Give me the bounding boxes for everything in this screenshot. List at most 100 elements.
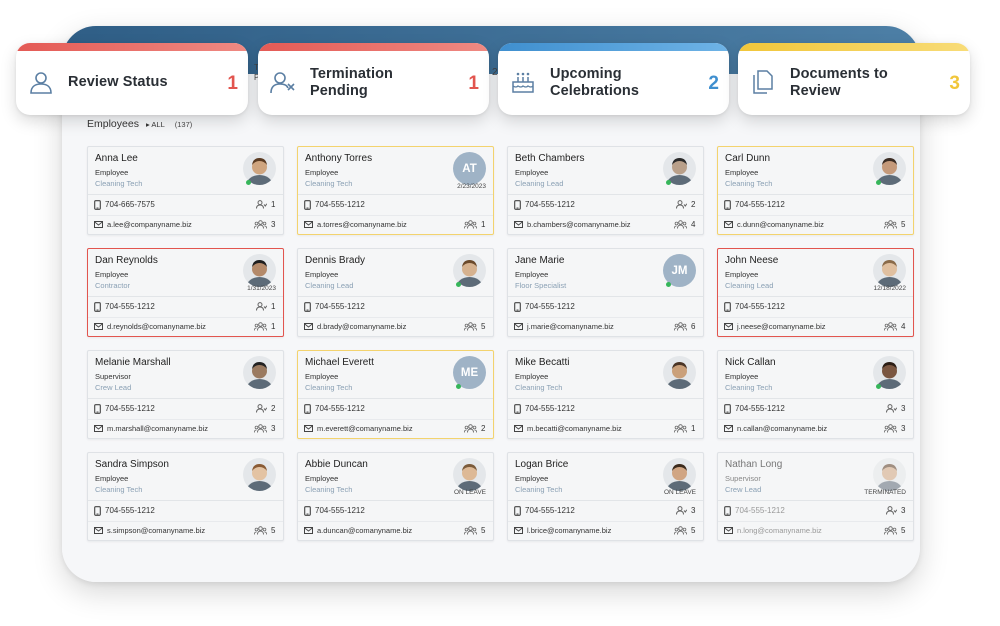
divider xyxy=(88,296,283,297)
employee-card[interactable]: Jane Marie Employee Floor Specialist JM … xyxy=(507,248,704,337)
divider xyxy=(508,500,703,501)
employee-name[interactable]: Anna Lee xyxy=(95,153,138,164)
employee-email[interactable]: n.callan@comanyname.biz xyxy=(737,424,827,433)
employee-name[interactable]: Carl Dunn xyxy=(725,153,770,164)
employee-email[interactable]: c.dunn@comanyname.biz xyxy=(737,220,824,229)
review-status-card[interactable]: Review Status 1 xyxy=(16,43,248,115)
employee-name[interactable]: Michael Everett xyxy=(305,357,374,368)
avatar xyxy=(663,458,696,491)
employee-name[interactable]: Logan Brice xyxy=(515,459,568,470)
employee-phone[interactable]: 704-555-1212 xyxy=(735,302,785,311)
employee-card[interactable]: Anthony Torres Employee Cleaning Tech AT… xyxy=(297,146,494,235)
employee-name[interactable]: Sandra Simpson xyxy=(95,459,169,470)
card-accent-bar xyxy=(16,43,248,51)
team-icon xyxy=(884,220,897,229)
divider xyxy=(88,521,283,522)
employee-role: Employee xyxy=(515,474,549,483)
employee-email[interactable]: n.long@comanyname.biz xyxy=(737,526,822,535)
employee-phone[interactable]: 704-665-7575 xyxy=(105,200,155,209)
divider xyxy=(508,194,703,195)
employee-card[interactable]: Melanie Marshall Supervisor Crew Lead 70… xyxy=(87,350,284,439)
phone-icon xyxy=(724,506,731,516)
direct-reports-icon xyxy=(256,200,267,209)
employee-name[interactable]: Beth Chambers xyxy=(515,153,584,164)
employee-card[interactable]: Sandra Simpson Employee Cleaning Tech 70… xyxy=(87,452,284,541)
online-indicator xyxy=(876,180,881,185)
employee-card[interactable]: Abbie Duncan Employee Cleaning Tech ON L… xyxy=(297,452,494,541)
employee-role: Employee xyxy=(305,372,339,381)
employee-card[interactable]: Dan Reynolds Employee Contractor 1/31/20… xyxy=(87,248,284,337)
divider xyxy=(718,215,913,216)
employee-name[interactable]: Melanie Marshall xyxy=(95,357,171,368)
employee-email[interactable]: a.lee@companyname.biz xyxy=(107,220,192,229)
avatar: AT xyxy=(453,152,486,185)
employee-name[interactable]: John Neese xyxy=(725,255,778,266)
employee-name[interactable]: Dennis Brady xyxy=(305,255,365,266)
employee-card[interactable]: Logan Brice Employee Cleaning Tech ON LE… xyxy=(507,452,704,541)
employee-email[interactable]: m.everett@comanyname.biz xyxy=(317,424,413,433)
employee-email[interactable]: s.simpson@comanyname.biz xyxy=(107,526,205,535)
employee-card[interactable]: Dennis Brady Employee Cleaning Lead 704-… xyxy=(297,248,494,337)
card-count: 2 xyxy=(708,73,719,94)
employee-name[interactable]: Mike Becatti xyxy=(515,357,569,368)
employee-phone[interactable]: 704-555-1212 xyxy=(315,302,365,311)
employee-phone[interactable]: 704-555-1212 xyxy=(525,404,575,413)
divider xyxy=(718,419,913,420)
employee-card[interactable]: Carl Dunn Employee Cleaning Tech 704-555… xyxy=(717,146,914,235)
employee-email[interactable]: l.brice@comanyname.biz xyxy=(527,526,611,535)
employee-name[interactable]: Jane Marie xyxy=(515,255,564,266)
employee-phone[interactable]: 704-555-1212 xyxy=(525,302,575,311)
employee-phone[interactable]: 704-555-1212 xyxy=(315,200,365,209)
direct-reports-count: 3 xyxy=(691,506,696,515)
employee-phone[interactable]: 704-555-1212 xyxy=(735,506,785,515)
divider xyxy=(508,317,703,318)
employee-phone[interactable]: 704-555-1212 xyxy=(525,200,575,209)
employee-email[interactable]: a.torres@comanyname.biz xyxy=(317,220,407,229)
employee-name[interactable]: Nick Callan xyxy=(725,357,776,368)
employee-email[interactable]: j.marie@comanyname.biz xyxy=(527,322,614,331)
mail-icon xyxy=(514,425,523,432)
documents-to-review-card[interactable]: Documents to Review 3 xyxy=(738,43,970,115)
filter-dropdown[interactable]: ▸ ALL xyxy=(146,120,165,129)
employee-phone[interactable]: 704-555-1212 xyxy=(735,200,785,209)
mail-icon xyxy=(94,221,103,228)
employee-phone[interactable]: 704-555-1212 xyxy=(105,404,155,413)
employee-department: Cleaning Tech xyxy=(305,383,353,392)
team-icon xyxy=(254,220,267,229)
employee-name[interactable]: Nathan Long xyxy=(725,459,782,470)
employee-name[interactable]: Abbie Duncan xyxy=(305,459,368,470)
employee-phone[interactable]: 704-555-1212 xyxy=(105,302,155,311)
employee-card[interactable]: Nathan Long Supervisor Crew Lead TERMINA… xyxy=(717,452,914,541)
team-icon xyxy=(254,526,267,535)
employee-phone[interactable]: 704-555-1212 xyxy=(735,404,785,413)
employee-email[interactable]: m.becatti@comanyname.biz xyxy=(527,424,622,433)
employee-email[interactable]: d.reynolds@comanyname.biz xyxy=(107,322,206,331)
employee-card[interactable]: Nick Callan Employee Cleaning Tech 704-5… xyxy=(717,350,914,439)
employee-card[interactable]: Anna Lee Employee Cleaning Tech 704-665-… xyxy=(87,146,284,235)
employee-card[interactable]: Mike Becatti Employee Cleaning Tech 704-… xyxy=(507,350,704,439)
employee-phone[interactable]: 704-555-1212 xyxy=(525,506,575,515)
employee-card[interactable]: Michael Everett Employee Cleaning Tech M… xyxy=(297,350,494,439)
employee-phone[interactable]: 704-555-1212 xyxy=(105,506,155,515)
employee-email[interactable]: b.chambers@comanyname.biz xyxy=(527,220,631,229)
divider xyxy=(88,419,283,420)
employee-email[interactable]: m.marshall@comanyname.biz xyxy=(107,424,208,433)
employee-card[interactable]: Beth Chambers Employee Cleaning Lead 704… xyxy=(507,146,704,235)
card-count: 1 xyxy=(227,73,238,94)
upcoming-celebrations-card[interactable]: Upcoming Celebrations 2 xyxy=(498,43,729,115)
team-icon xyxy=(884,322,897,331)
employee-email[interactable]: a.duncan@comanyname.biz xyxy=(317,526,412,535)
phone-icon xyxy=(514,200,521,210)
employee-phone[interactable]: 704-555-1212 xyxy=(315,404,365,413)
employee-name[interactable]: Dan Reynolds xyxy=(95,255,158,266)
team-icon xyxy=(674,322,687,331)
peek-text: 2 xyxy=(492,67,498,78)
employee-email[interactable]: d.brady@comanyname.biz xyxy=(317,322,406,331)
termination-pending-card[interactable]: Termination Pending 1 xyxy=(258,43,489,115)
employee-card[interactable]: John Neese Employee Cleaning Lead 12/18/… xyxy=(717,248,914,337)
team-count: 5 xyxy=(271,526,276,535)
employee-phone[interactable]: 704-555-1212 xyxy=(315,506,365,515)
employee-name[interactable]: Anthony Torres xyxy=(305,153,372,164)
employee-email[interactable]: j.neese@comanyname.biz xyxy=(737,322,826,331)
divider xyxy=(298,215,493,216)
